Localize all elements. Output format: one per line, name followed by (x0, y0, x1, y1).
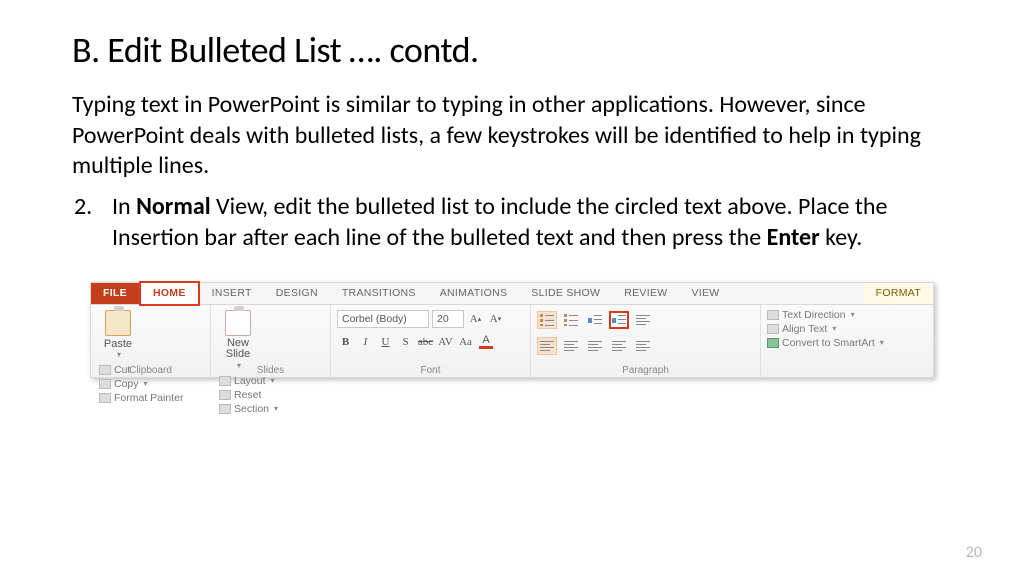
font-name-combo[interactable]: Corbel (Body) (337, 310, 429, 328)
ribbon-tabs: FILE HOME INSERT DESIGN TRANSITIONS ANIM… (91, 283, 933, 305)
font-color-button[interactable]: A (477, 335, 495, 349)
group-label-paragraph: Paragraph (531, 365, 760, 376)
grow-font-button[interactable]: A▴ (467, 311, 484, 327)
layout-button[interactable]: Layout▾ (219, 375, 324, 387)
group-paragraph: Paragraph (531, 305, 761, 377)
copy-button[interactable]: Copy▾ (99, 378, 204, 390)
line-spacing-icon (636, 315, 650, 325)
justify-icon (612, 341, 626, 351)
tab-design[interactable]: DESIGN (264, 283, 330, 304)
font-size-combo[interactable]: 20 (432, 310, 464, 328)
align-left-button[interactable] (537, 337, 557, 355)
tab-slideshow[interactable]: SLIDE SHOW (519, 283, 612, 304)
group-clipboard: Paste ▾ Cut Copy▾ Format Painter Clipboa… (91, 305, 211, 377)
color-bar-icon (479, 346, 493, 349)
new-slide-button[interactable]: New Slide ▾ (217, 308, 259, 370)
tab-insert[interactable]: INSERT (200, 283, 264, 304)
powerpoint-ribbon: FILE HOME INSERT DESIGN TRANSITIONS ANIM… (90, 282, 934, 378)
group-label-font: Font (331, 365, 530, 376)
smartart-icon (767, 338, 779, 348)
tab-file[interactable]: FILE (91, 283, 139, 304)
columns-button[interactable] (633, 337, 653, 355)
reset-button[interactable]: Reset (219, 389, 324, 401)
paste-button[interactable]: Paste ▾ (97, 308, 139, 359)
align-text-button[interactable]: Align Text▾ (767, 323, 900, 335)
format-painter-button[interactable]: Format Painter (99, 392, 204, 404)
step-2: 2. In Normal View, edit the bulleted lis… (72, 192, 952, 253)
align-center-icon (564, 341, 578, 351)
step-body: In Normal View, edit the bulleted list t… (112, 192, 952, 253)
tab-view[interactable]: VIEW (679, 283, 731, 304)
text-direction-icon (767, 310, 779, 320)
numbering-button[interactable] (561, 311, 581, 329)
group-text-options: Text Direction▾ Align Text▾ Convert to S… (761, 305, 906, 377)
align-right-button[interactable] (585, 337, 605, 355)
justify-button[interactable] (609, 337, 629, 355)
step-number: 2. (74, 192, 112, 253)
align-left-icon (540, 341, 554, 351)
align-text-icon (767, 324, 779, 334)
tab-transitions[interactable]: TRANSITIONS (330, 283, 428, 304)
copy-icon (99, 379, 111, 389)
underline-button[interactable]: U (377, 334, 394, 350)
bullets-icon (540, 314, 554, 326)
char-spacing-button[interactable]: AV (437, 334, 454, 350)
group-font: Corbel (Body) 20 A▴ A▾ B I U S abc AV Aa (331, 305, 531, 377)
section-icon (219, 404, 231, 414)
section-button[interactable]: Section▾ (219, 403, 324, 415)
page-number: 20 (966, 543, 982, 562)
group-label-slides: Slides (211, 365, 330, 376)
align-right-icon (588, 341, 602, 351)
decrease-indent-button[interactable] (585, 311, 605, 329)
change-case-button[interactable]: Aa (457, 334, 474, 350)
slide-title: B. Edit Bulleted List …. contd. (72, 28, 952, 72)
text-direction-button[interactable]: Text Direction▾ (767, 309, 900, 321)
group-label-clipboard: Clipboard (91, 365, 210, 376)
italic-button[interactable]: I (357, 334, 374, 350)
align-center-button[interactable] (561, 337, 581, 355)
chevron-down-icon: ▾ (117, 350, 121, 359)
numbering-icon (564, 314, 578, 326)
bullets-button[interactable] (537, 311, 557, 329)
intro-paragraph: Typing text in PowerPoint is similar to … (72, 90, 952, 182)
increase-indent-button[interactable] (609, 311, 629, 329)
shrink-font-button[interactable]: A▾ (487, 311, 504, 327)
convert-smartart-button[interactable]: Convert to SmartArt▾ (767, 337, 900, 349)
brush-icon (99, 393, 111, 403)
bold-button[interactable]: B (337, 334, 354, 350)
new-slide-icon (225, 310, 251, 336)
tab-animations[interactable]: ANIMATIONS (428, 283, 520, 304)
tab-format[interactable]: FORMAT (864, 283, 933, 304)
clipboard-icon (105, 310, 131, 336)
group-slides: New Slide ▾ Layout▾ Reset Section▾ Slide… (211, 305, 331, 377)
line-spacing-button[interactable] (633, 311, 653, 329)
tab-review[interactable]: REVIEW (612, 283, 679, 304)
shadow-button[interactable]: S (397, 334, 414, 350)
columns-icon (636, 341, 650, 351)
reset-icon (219, 390, 231, 400)
strikethrough-button[interactable]: abc (417, 334, 434, 350)
tab-home[interactable]: HOME (139, 281, 200, 306)
outdent-icon (588, 314, 602, 326)
indent-icon (612, 314, 626, 326)
layout-icon (219, 376, 231, 386)
